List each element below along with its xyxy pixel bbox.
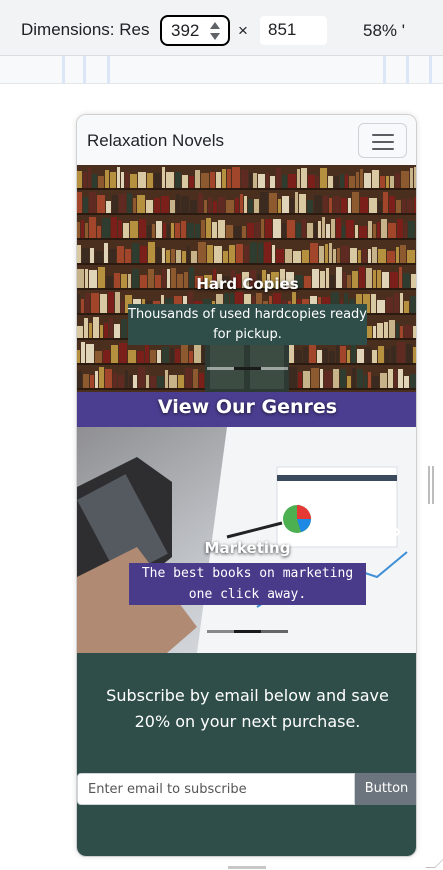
navbar: Relaxation Novels [77, 115, 416, 165]
brand-link[interactable]: Relaxation Novels [87, 131, 224, 151]
hero-indicators[interactable] [207, 367, 288, 370]
height-value: 851 [268, 20, 297, 39]
devtools-toolbar: Dimensions: Res 392 × 851 58% ' [0, 0, 443, 56]
dimensions-label[interactable]: Dimensions: Res [21, 20, 150, 40]
width-input[interactable]: 392 [160, 15, 230, 46]
email-field[interactable]: Enter email to subscribe [77, 773, 355, 805]
subscribe-button[interactable]: Button [355, 773, 416, 805]
genres-carousel[interactable]: Marketing The best books on marketing on… [77, 427, 416, 653]
genres-heading: View Our Genres [157, 396, 338, 418]
subscribe-section: Subscribe by email below and save 20% on… [77, 653, 416, 856]
resize-handle[interactable] [428, 466, 434, 504]
indicator-2[interactable] [234, 367, 261, 370]
email-placeholder: Enter email to subscribe [88, 782, 247, 797]
media-query-ruler[interactable] [0, 56, 443, 84]
indicator-1[interactable] [207, 367, 234, 370]
hero-carousel[interactable]: Hard Copies Thousands of used hardcopies… [77, 165, 416, 392]
hero-title: Hard Copies [196, 275, 299, 293]
hamburger-icon [372, 134, 394, 136]
height-input[interactable]: 851 [260, 16, 327, 45]
indicator-2[interactable] [234, 630, 261, 633]
slide-caption: The best books on marketing one click aw… [129, 563, 366, 605]
spinner-icon[interactable] [210, 21, 220, 41]
width-value: 392 [171, 21, 200, 40]
bottom-resize-handle[interactable] [228, 866, 266, 869]
indicator-3[interactable] [261, 630, 288, 633]
subscribe-text: Subscribe by email below and save 20% on… [106, 686, 389, 731]
genres-indicators[interactable] [207, 630, 288, 633]
menu-toggle-button[interactable] [358, 123, 407, 158]
device-viewport: Relaxation Novels Hard Copies Thousands … [76, 114, 417, 857]
indicator-1[interactable] [207, 630, 234, 633]
zoom-select[interactable]: 58% ' [363, 21, 405, 41]
slide-title: Marketing [204, 539, 291, 557]
indicator-3[interactable] [261, 367, 288, 370]
corner-resize-icon[interactable] [425, 858, 443, 868]
genres-band: View Our Genres [77, 392, 416, 427]
hero-caption: Thousands of used hardcopies ready for p… [128, 304, 367, 345]
times-symbol: × [238, 21, 248, 40]
